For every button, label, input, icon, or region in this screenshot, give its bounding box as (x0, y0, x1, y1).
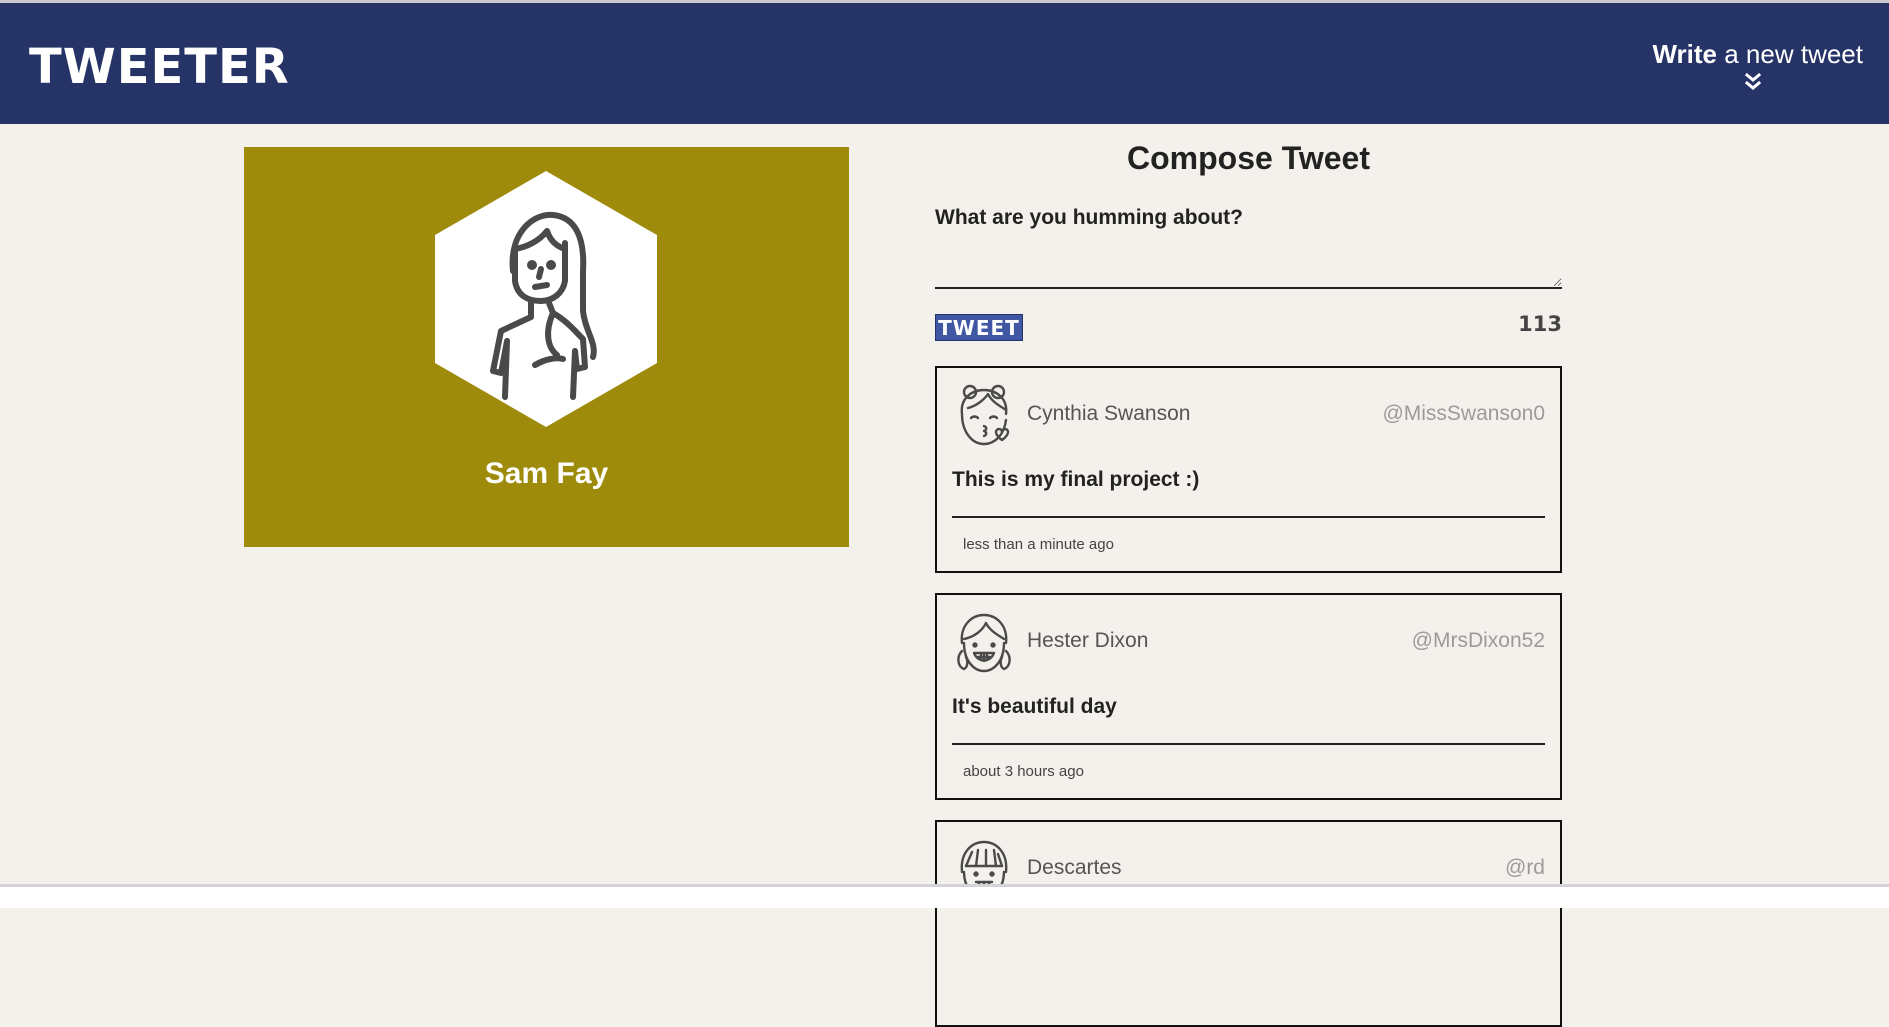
app-logo[interactable]: TWEETER (29, 41, 290, 93)
girl-braids-smile-icon (957, 613, 1011, 673)
window-bottom-area (0, 887, 1889, 908)
profile-name: Sam Fay (484, 457, 609, 490)
girl-kiss-icon (960, 384, 1010, 446)
profile-avatar-icon (435, 171, 657, 427)
tweet-author-name: Hester Dixon (1027, 629, 1149, 652)
double-chevron-down-icon[interactable] (1738, 73, 1768, 91)
tweet-author-name: Cynthia Swanson (1027, 402, 1191, 425)
write-bold-text: Write (1652, 39, 1718, 69)
tweet-card: Hester Dixon @MrsDixon52 It's beautiful … (935, 593, 1562, 800)
tweet-author-handle: @MrsDixon52 (1411, 629, 1545, 652)
compose-label: What are you humming about? (935, 206, 1243, 229)
tweet-author-name: Descartes (1027, 856, 1122, 879)
character-counter: 113 (1518, 312, 1562, 336)
tweet-text-input[interactable] (935, 236, 1562, 289)
tweet-author-handle: @rd (1505, 856, 1545, 879)
tweet-divider (952, 743, 1545, 745)
tweet-author-handle: @MissSwanson0 (1382, 402, 1545, 425)
tweet-submit-button[interactable]: TWEET (935, 314, 1023, 341)
write-new-tweet-label: Write a new tweet (1652, 39, 1863, 69)
navbar: TWEETER Write a new tweet (0, 3, 1889, 124)
tweet-content: This is my final project :) (952, 468, 1200, 491)
tweet-card: Cynthia Swanson @MissSwanson0 This is my… (935, 366, 1562, 573)
compose-title: Compose Tweet (1127, 140, 1370, 176)
write-rest-text: a new tweet (1717, 39, 1863, 69)
tweet-content: It's beautiful day (952, 695, 1117, 718)
profile-card: Sam Fay (244, 147, 849, 547)
write-new-tweet-button[interactable]: Write a new tweet (1652, 39, 1863, 91)
tweet-card: Descartes @rd (935, 820, 1562, 1027)
tweet-timestamp: about 3 hours ago (963, 763, 1084, 780)
tweet-divider (952, 516, 1545, 518)
tweet-timestamp: less than a minute ago (963, 536, 1114, 553)
